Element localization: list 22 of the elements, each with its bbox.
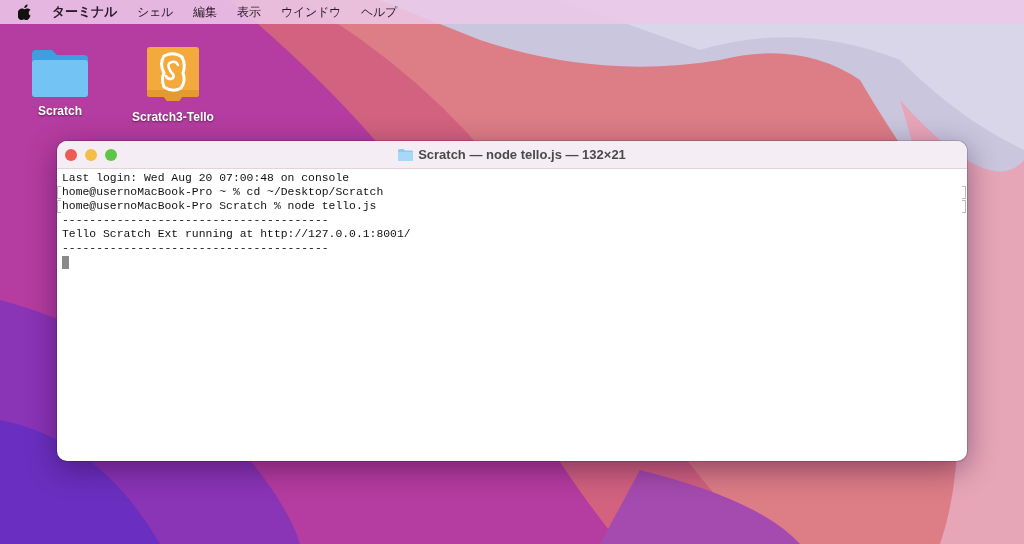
zoom-button[interactable]: [105, 148, 117, 161]
terminal-line: Last login: Wed Aug 20 07:00:48 on console: [62, 171, 350, 185]
apple-logo-icon[interactable]: [18, 4, 32, 20]
terminal-line: ---------------------------------------: [62, 241, 329, 255]
menu-item[interactable]: シェル: [137, 3, 173, 21]
terminal-line: ---------------------------------------: [62, 213, 329, 227]
folder-icon: [398, 148, 414, 161]
icon-label: Scratch: [38, 104, 82, 118]
folder-icon[interactable]: [30, 48, 90, 98]
icon-label: Scratch3-Tello: [132, 110, 214, 124]
scratch-app-icon[interactable]: [144, 46, 202, 104]
minimize-button[interactable]: [85, 148, 97, 161]
terminal-line: home@usernoMacBook-Pro Scratch % node tello.js: [62, 199, 377, 213]
menu-item[interactable]: 編集: [193, 3, 217, 21]
app-menu[interactable]: ターミナル: [52, 3, 117, 21]
menu-item[interactable]: ウインドウ: [281, 3, 341, 21]
menu-item[interactable]: 表示: [237, 3, 261, 21]
window-title: Scratch — node tello.js — 132×21: [418, 147, 626, 162]
terminal-line: home@usernoMacBook-Pro ~ % cd ~/Desktop/Scratch: [62, 185, 384, 199]
close-button[interactable]: [65, 148, 77, 161]
terminal-line: Tello Scratch Ext running at http://127.0.0.1:8001/: [62, 227, 411, 241]
menu-item[interactable]: ヘルプ: [361, 3, 397, 21]
